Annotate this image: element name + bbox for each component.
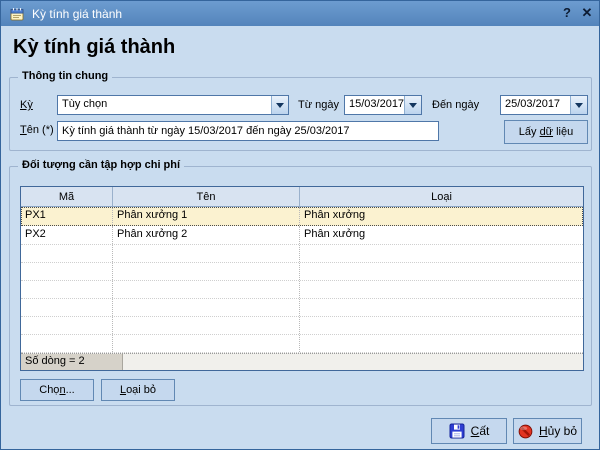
period-label: Kỳ bbox=[20, 99, 33, 111]
period-select[interactable]: Tùy chọn bbox=[57, 95, 289, 115]
fetch-data-button[interactable]: Lấy dữ liệu bbox=[504, 120, 588, 144]
general-info-group: Thông tin chung Kỳ Tùy chọn Từ ngày 15/0… bbox=[9, 77, 592, 151]
table-cell-empty bbox=[113, 317, 300, 334]
table-cell-empty bbox=[113, 281, 300, 298]
table-cell-name: Phân xưởng 1 bbox=[113, 207, 300, 225]
table-cell-empty bbox=[300, 281, 583, 298]
cost-objects-table: Mã Tên Loại PX1Phân xưởng 1Phân xưởngPX2… bbox=[20, 186, 584, 371]
column-header-name[interactable]: Tên bbox=[113, 187, 300, 206]
general-info-group-label: Thông tin chung bbox=[18, 70, 112, 82]
table-cell-empty bbox=[300, 245, 583, 262]
fetch-data-button-label: Lấy dữ liệu bbox=[519, 126, 573, 138]
table-cell-code: PX2 bbox=[21, 226, 113, 244]
period-select-value: Tùy chọn bbox=[58, 96, 271, 114]
table-row[interactable]: PX2Phân xưởng 2Phân xưởng bbox=[21, 226, 583, 245]
to-date-label: Đến ngày bbox=[432, 99, 479, 111]
from-date-value: 15/03/2017 bbox=[345, 96, 404, 114]
titlebar: Kỳ tính giá thành ? ✕ bbox=[1, 1, 599, 26]
table-cell-empty bbox=[21, 299, 113, 316]
chevron-down-icon[interactable] bbox=[570, 96, 587, 114]
table-cell-empty bbox=[300, 335, 583, 352]
dialog-window: Kỳ tính giá thành ? ✕ Kỳ tính giá thành … bbox=[0, 0, 600, 450]
table-cell-empty bbox=[113, 335, 300, 352]
table-row-empty bbox=[21, 281, 583, 299]
to-date-value: 25/03/2017 bbox=[501, 96, 570, 114]
cancel-icon bbox=[518, 424, 533, 439]
table-row-empty bbox=[21, 299, 583, 317]
page-title: Kỳ tính giá thành bbox=[13, 36, 175, 59]
table-cell-name: Phân xưởng 2 bbox=[113, 226, 300, 244]
table-cell-code: PX1 bbox=[21, 207, 113, 225]
help-button[interactable]: ? bbox=[559, 5, 575, 21]
table-cell-empty bbox=[300, 299, 583, 316]
table-cell-empty bbox=[300, 263, 583, 280]
save-button-label: Cất bbox=[471, 424, 490, 438]
table-cell-type: Phân xưởng bbox=[300, 226, 583, 244]
cost-objects-group: Đối tượng cần tập hợp chi phí Mã Tên Loạ… bbox=[9, 166, 592, 406]
table-cell-type: Phân xưởng bbox=[300, 207, 583, 225]
notepad-icon bbox=[9, 6, 25, 22]
cancel-button[interactable]: Hủy bỏ bbox=[513, 418, 582, 444]
name-input[interactable] bbox=[57, 121, 439, 141]
close-button[interactable]: ✕ bbox=[579, 5, 595, 21]
table-cell-empty bbox=[21, 335, 113, 352]
from-date-picker[interactable]: 15/03/2017 bbox=[344, 95, 422, 115]
name-label: Tên (*) bbox=[20, 124, 54, 136]
table-row-empty bbox=[21, 335, 583, 353]
cost-table-body: PX1Phân xưởng 1Phân xưởngPX2Phân xưởng 2… bbox=[21, 207, 583, 353]
table-cell-empty bbox=[113, 245, 300, 262]
table-cell-empty bbox=[21, 317, 113, 334]
remove-button-label: Loại bỏ bbox=[120, 384, 156, 396]
to-date-picker[interactable]: 25/03/2017 bbox=[500, 95, 588, 115]
table-cell-empty bbox=[21, 263, 113, 280]
floppy-disk-icon bbox=[449, 423, 465, 439]
row-count-status: Số dòng = 2 bbox=[21, 354, 123, 370]
remove-button[interactable]: Loại bỏ bbox=[101, 379, 175, 401]
table-cell-empty bbox=[113, 263, 300, 280]
table-cell-empty bbox=[300, 317, 583, 334]
table-row-empty bbox=[21, 245, 583, 263]
table-row[interactable]: PX1Phân xưởng 1Phân xưởng bbox=[21, 207, 583, 226]
column-header-type[interactable]: Loại bbox=[300, 187, 583, 206]
cancel-button-label: Hủy bỏ bbox=[539, 424, 577, 438]
from-date-label: Từ ngày bbox=[298, 99, 339, 111]
table-header: Mã Tên Loại bbox=[21, 187, 583, 207]
table-cell-empty bbox=[113, 299, 300, 316]
table-cell-empty bbox=[21, 245, 113, 262]
chevron-down-icon[interactable] bbox=[404, 96, 421, 114]
window-title: Kỳ tính giá thành bbox=[32, 7, 591, 21]
table-status-row: Số dòng = 2 bbox=[21, 353, 583, 370]
column-header-code[interactable]: Mã bbox=[21, 187, 113, 206]
table-row-empty bbox=[21, 263, 583, 281]
chevron-down-icon[interactable] bbox=[271, 96, 288, 114]
cost-objects-group-label: Đối tượng cần tập hợp chi phí bbox=[18, 159, 184, 171]
choose-button[interactable]: Chọn... bbox=[20, 379, 94, 401]
table-row-empty bbox=[21, 317, 583, 335]
choose-button-label: Chọn... bbox=[39, 384, 74, 396]
save-button[interactable]: Cất bbox=[431, 418, 507, 444]
table-cell-empty bbox=[21, 281, 113, 298]
